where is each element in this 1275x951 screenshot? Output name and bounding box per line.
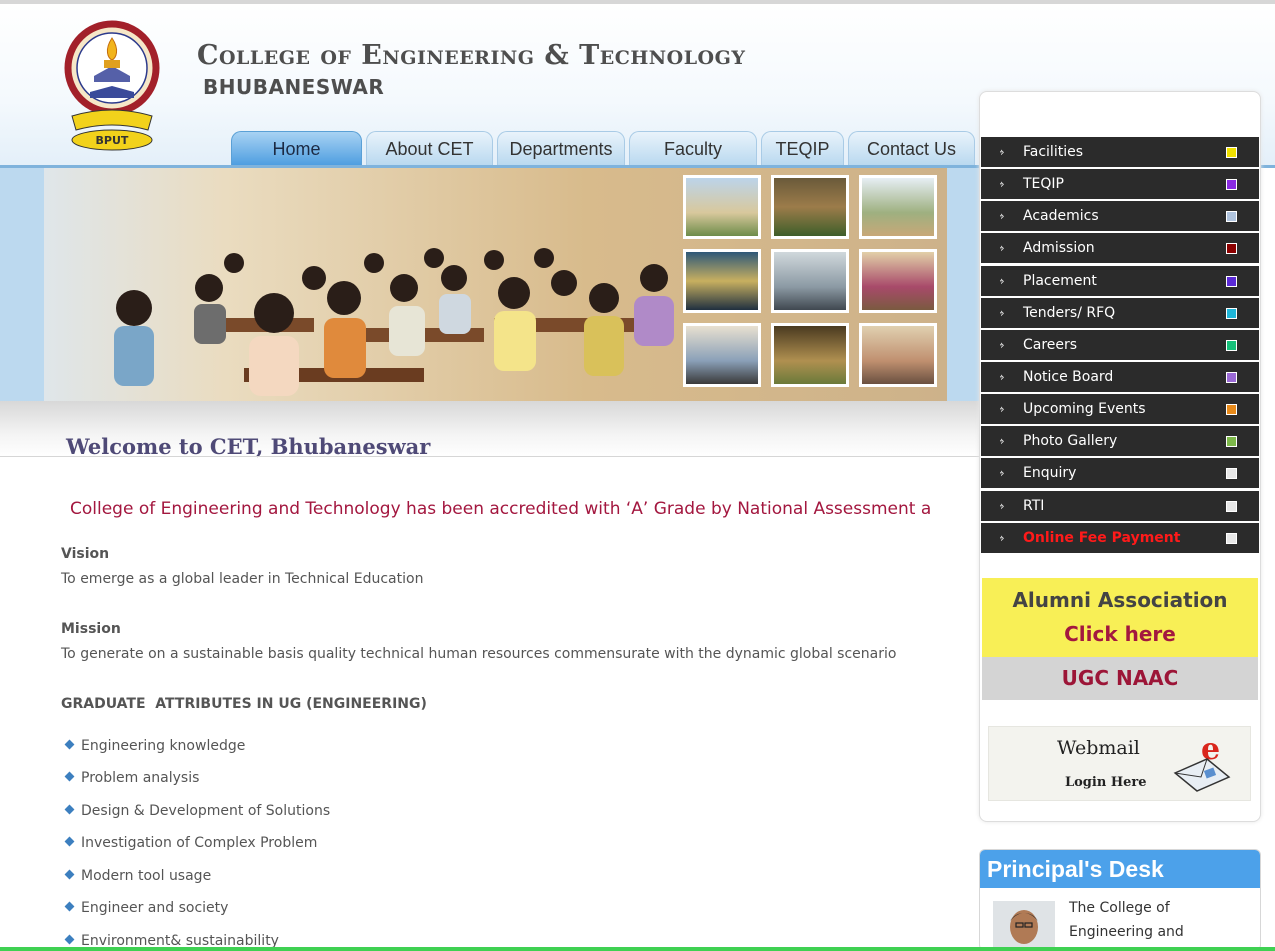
mission-text: To generate on a sustainable basis quali…	[61, 646, 897, 662]
alumni-title: Alumni Association	[1012, 588, 1228, 612]
color-square-icon	[1226, 404, 1237, 416]
announcement-marquee[interactable]: College of Engineering and Technology ha…	[70, 499, 952, 519]
lab-thumb	[683, 249, 761, 313]
color-square-icon	[1226, 436, 1237, 448]
color-square-icon	[1226, 179, 1237, 191]
principal-desk-text: The College of Engineering and	[1069, 900, 1184, 940]
alumni-link[interactable]: Click here	[982, 622, 1258, 646]
chevron-right-icon: ·›	[999, 369, 1005, 384]
chevron-right-icon: ·›	[999, 305, 1005, 320]
bullet-icon	[64, 836, 75, 847]
attributes-heading: GRADUATE ATTRIBUTES IN UG (ENGINEERING)	[61, 696, 427, 712]
tab-teqip[interactable]: TEQIP	[761, 131, 844, 166]
color-square-icon	[1226, 275, 1237, 287]
color-square-icon	[1226, 532, 1237, 544]
tab-faculty[interactable]: Faculty	[629, 131, 757, 166]
event-thumb	[859, 323, 937, 387]
banner-image	[44, 168, 947, 401]
list-item: Problem analysis	[64, 770, 199, 786]
color-square-icon	[1226, 500, 1237, 512]
principal-portrait	[993, 901, 1055, 950]
vision-text: To emerge as a global leader in Technica…	[61, 571, 424, 587]
campus-thumb	[771, 175, 849, 239]
bullet-icon	[64, 869, 75, 880]
chevron-right-icon: ·›	[999, 337, 1005, 352]
sidebar-item-upcoming-events[interactable]: ·› Upcoming Events	[981, 394, 1259, 425]
webmail-subtitle: Login Here	[1065, 775, 1147, 790]
chevron-right-icon: ·›	[999, 209, 1005, 224]
class-thumb	[859, 249, 937, 313]
chevron-right-icon: ·›	[999, 466, 1005, 481]
color-square-icon	[1226, 243, 1237, 255]
bullet-icon	[64, 771, 75, 782]
sidebar-item-enquiry[interactable]: ·› Enquiry	[981, 458, 1259, 489]
list-item: Engineer and society	[64, 900, 228, 916]
sidebar-item-placement[interactable]: ·› Placement	[981, 265, 1259, 296]
list-item: Engineering knowledge	[64, 738, 245, 754]
mission-heading: Mission	[61, 621, 121, 637]
color-square-icon	[1226, 371, 1237, 383]
college-logo[interactable]: BPUT	[64, 20, 160, 152]
chevron-right-icon: ·›	[999, 434, 1005, 449]
content-divider	[0, 456, 980, 457]
list-item: Design & Development of Solutions	[64, 803, 330, 819]
campus-thumb	[859, 175, 937, 239]
svg-text:BPUT: BPUT	[96, 134, 129, 147]
color-square-icon	[1226, 468, 1237, 480]
alumni-association-button[interactable]: Alumni Association Click here	[982, 578, 1258, 657]
list-item: Investigation of Complex Problem	[64, 835, 317, 851]
sidebar-item-online-fee-payment[interactable]: ·› Online Fee Payment	[981, 522, 1259, 553]
sidebar-item-photo-gallery[interactable]: ·› Photo Gallery	[981, 426, 1259, 457]
bullet-icon	[64, 739, 75, 750]
webmail-envelope-icon: e	[1173, 733, 1231, 792]
college-subtitle: BHUBANESWAR	[203, 75, 385, 99]
principal-desk: Principal's Desk The College of Engineer…	[979, 849, 1261, 951]
chevron-right-icon: ·›	[999, 145, 1005, 159]
principal-desk-title: Principal's Desk	[980, 850, 1260, 888]
marquee-text[interactable]: College of Engineering and Technology ha…	[70, 499, 931, 519]
campus-thumb	[683, 175, 761, 239]
sidebar-item-facilities[interactable]: ·› Facilities	[981, 137, 1259, 167]
bullet-icon	[64, 901, 75, 912]
main-nav: Home About CET Departments Faculty TEQIP…	[231, 131, 979, 166]
color-square-icon	[1226, 211, 1237, 223]
webmail-login-button[interactable]: Webmail Login Here e	[988, 726, 1251, 801]
bullet-icon	[64, 934, 75, 945]
chevron-right-icon: ·›	[999, 273, 1005, 288]
tab-departments[interactable]: Departments	[497, 131, 625, 166]
color-square-icon	[1226, 147, 1237, 158]
sidebar-item-notice-board[interactable]: ·› Notice Board	[981, 361, 1259, 392]
webmail-title: Webmail	[1057, 737, 1140, 759]
sidebar-menu: ·› Facilities ·› TEQIP ·› Academics ·› Admis…	[981, 137, 1259, 555]
chevron-right-icon: ·›	[999, 241, 1005, 256]
event-thumb	[771, 323, 849, 387]
vision-heading: Vision	[61, 546, 110, 562]
principal-photo	[993, 901, 1055, 950]
sidebar-item-rti[interactable]: ·› RTI	[981, 490, 1259, 521]
photo-thumbnails	[683, 175, 939, 391]
sidebar-item-academics[interactable]: ·› Academics	[981, 201, 1259, 232]
sidebar-item-careers[interactable]: ·› Careers	[981, 329, 1259, 360]
chevron-right-icon: ·›	[999, 177, 1005, 192]
sidebar-item-admission[interactable]: ·› Admission	[981, 233, 1259, 264]
bottom-border	[0, 947, 1275, 951]
sidebar-item-teqip[interactable]: ·› TEQIP	[981, 169, 1259, 200]
color-square-icon	[1226, 339, 1237, 351]
sidebar-item-tenders[interactable]: ·› Tenders/ RFQ	[981, 297, 1259, 328]
chevron-right-icon: ·›	[999, 530, 1005, 545]
tab-home[interactable]: Home	[231, 131, 362, 166]
chevron-right-icon: ·›	[999, 402, 1005, 417]
bullet-icon	[64, 804, 75, 815]
tab-about-cet[interactable]: About CET	[366, 131, 493, 166]
list-item: Modern tool usage	[64, 868, 211, 884]
college-title: College of Engineering & Technology	[197, 40, 746, 71]
event-thumb	[683, 323, 761, 387]
color-square-icon	[1226, 307, 1237, 319]
tab-contact-us[interactable]: Contact Us	[848, 131, 975, 166]
ugc-naac-button[interactable]: UGC NAAC	[982, 657, 1258, 700]
lab-thumb	[771, 249, 849, 313]
chevron-right-icon: ·›	[999, 498, 1005, 513]
